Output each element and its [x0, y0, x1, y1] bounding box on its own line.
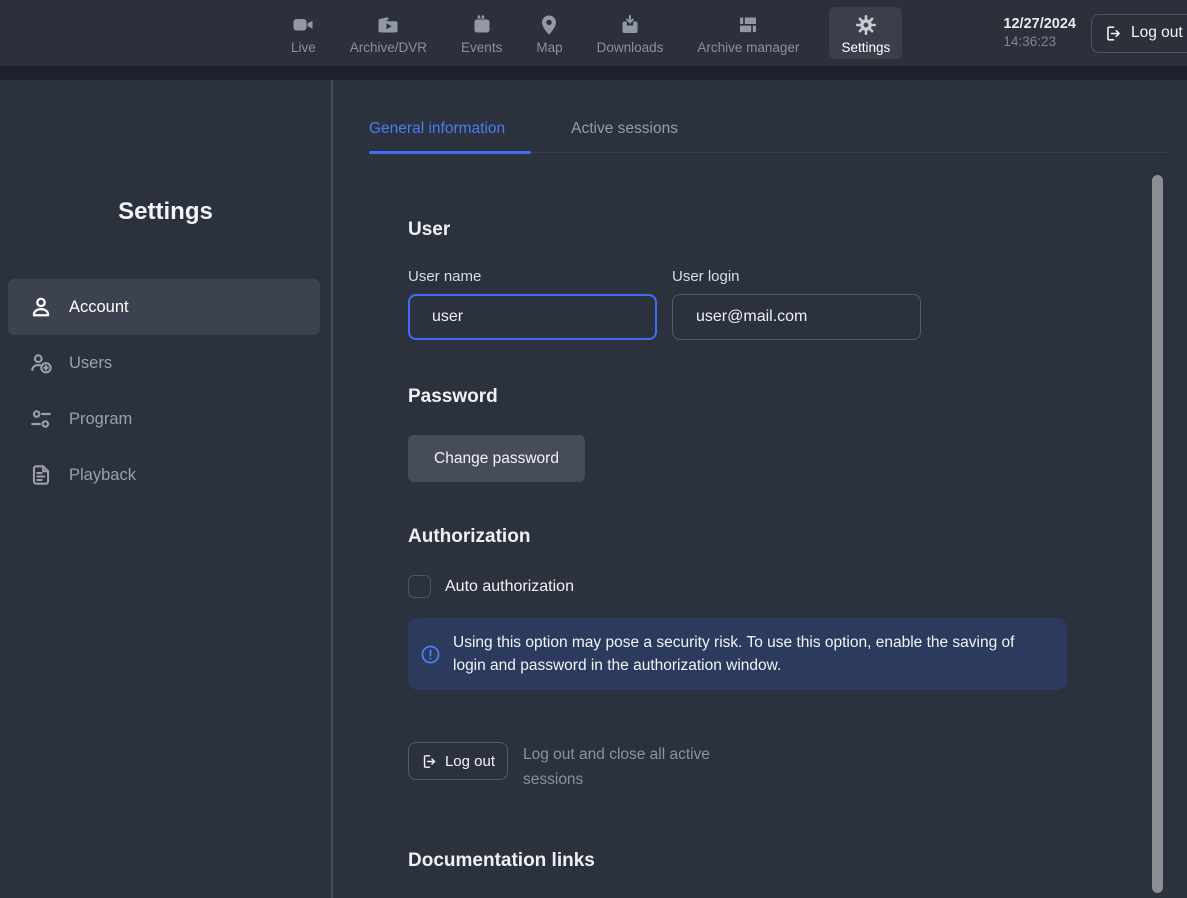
user-fields-row: User name User login — [408, 268, 1187, 340]
login-label: User login — [672, 268, 921, 285]
documentation-links-heading: Documentation links — [408, 850, 1187, 872]
auto-authorization-row: Auto authorization — [408, 575, 1187, 598]
nav-label: Settings — [841, 40, 890, 55]
general-information-panel: User User name User login Password Chang… — [369, 219, 1187, 898]
video-camera-icon — [291, 12, 315, 38]
password-section-heading: Password — [408, 386, 1187, 408]
username-label: User name — [408, 268, 657, 285]
time-display: 14:36:23 — [1003, 34, 1076, 50]
sidebar-item-label: Program — [69, 410, 132, 429]
map-pin-icon — [537, 12, 561, 38]
nav-item-downloads[interactable]: Downloads — [593, 7, 668, 59]
username-input[interactable] — [408, 294, 657, 340]
auto-authorization-checkbox[interactable] — [408, 575, 431, 598]
sidebar-item-label: Users — [69, 354, 112, 373]
nav-label: Map — [536, 40, 562, 55]
content-logout-button[interactable]: Log out — [408, 742, 508, 780]
topbar-logout-button[interactable]: Log out — [1091, 14, 1187, 53]
account-person-icon — [28, 294, 54, 320]
nav-label: Live — [291, 40, 316, 55]
nav-item-live[interactable]: Live — [287, 7, 320, 59]
tab-bar: General information Active sessions — [369, 120, 1166, 153]
sidebar-item-account[interactable]: Account — [8, 279, 320, 335]
logout-exit-icon — [421, 753, 438, 770]
nav-label: Archive manager — [697, 40, 799, 55]
vertical-scrollbar-thumb[interactable] — [1152, 175, 1163, 893]
nav-item-map[interactable]: Map — [532, 7, 566, 59]
folder-play-icon — [376, 12, 400, 38]
logout-description: Log out and close all active sessions — [523, 742, 741, 792]
topbar-divider-strip — [0, 66, 1187, 80]
download-box-icon — [618, 12, 642, 38]
logout-exit-icon — [1104, 24, 1123, 43]
sidebar-title: Settings — [0, 198, 331, 226]
document-icon — [28, 462, 54, 488]
warning-text: Using this option may pose a security ri… — [453, 631, 1047, 677]
tab-general-information[interactable]: General information — [369, 120, 531, 152]
auto-authorization-label: Auto authorization — [445, 578, 574, 596]
nav-label: Events — [461, 40, 502, 55]
sidebar-item-users[interactable]: Users — [8, 335, 320, 391]
username-field-group: User name — [408, 268, 657, 340]
sliders-icon — [28, 406, 54, 432]
settings-menu: Account Users — [0, 279, 331, 503]
nav-label: Downloads — [597, 40, 664, 55]
nav-label: Archive/DVR — [350, 40, 427, 55]
events-journal-icon — [470, 12, 494, 38]
logout-row: Log out Log out and close all active ses… — [408, 742, 1187, 792]
login-field-group: User login — [672, 268, 921, 340]
top-navigation-bar: Live Archive/DVR Events — [0, 0, 1187, 66]
authorization-section-heading: Authorization — [408, 526, 1187, 548]
tab-active-sessions[interactable]: Active sessions — [571, 120, 678, 152]
nav-item-archive-manager[interactable]: Archive manager — [693, 7, 803, 59]
settings-sidebar: Settings Account — [0, 80, 331, 898]
sidebar-item-playback[interactable]: Playback — [8, 447, 320, 503]
change-password-button[interactable]: Change password — [408, 435, 585, 482]
datetime-display: 12/27/2024 14:36:23 — [1003, 16, 1076, 50]
sidebar-item-label: Account — [69, 298, 129, 317]
nav-item-settings[interactable]: Settings — [829, 7, 902, 59]
main-nav: Live Archive/DVR Events — [287, 7, 902, 59]
nav-item-archive-dvr[interactable]: Archive/DVR — [346, 7, 431, 59]
warning-info-icon — [420, 644, 441, 665]
security-warning-note: Using this option may pose a security ri… — [408, 618, 1067, 690]
nav-item-events[interactable]: Events — [457, 7, 506, 59]
user-section-heading: User — [408, 219, 1187, 241]
date-display: 12/27/2024 — [1003, 16, 1076, 33]
sidebar-item-label: Playback — [69, 466, 136, 485]
archive-manager-grid-icon — [736, 12, 760, 38]
account-settings-content: General information Active sessions User… — [333, 80, 1187, 898]
sidebar-item-program[interactable]: Program — [8, 391, 320, 447]
gear-icon — [854, 12, 878, 38]
user-login-input[interactable] — [672, 294, 921, 340]
logout-button-label: Log out — [445, 753, 495, 770]
logout-label: Log out — [1131, 24, 1183, 42]
topbar-right-group: 12/27/2024 14:36:23 Log out — [1003, 14, 1187, 53]
users-add-person-icon — [28, 350, 54, 376]
